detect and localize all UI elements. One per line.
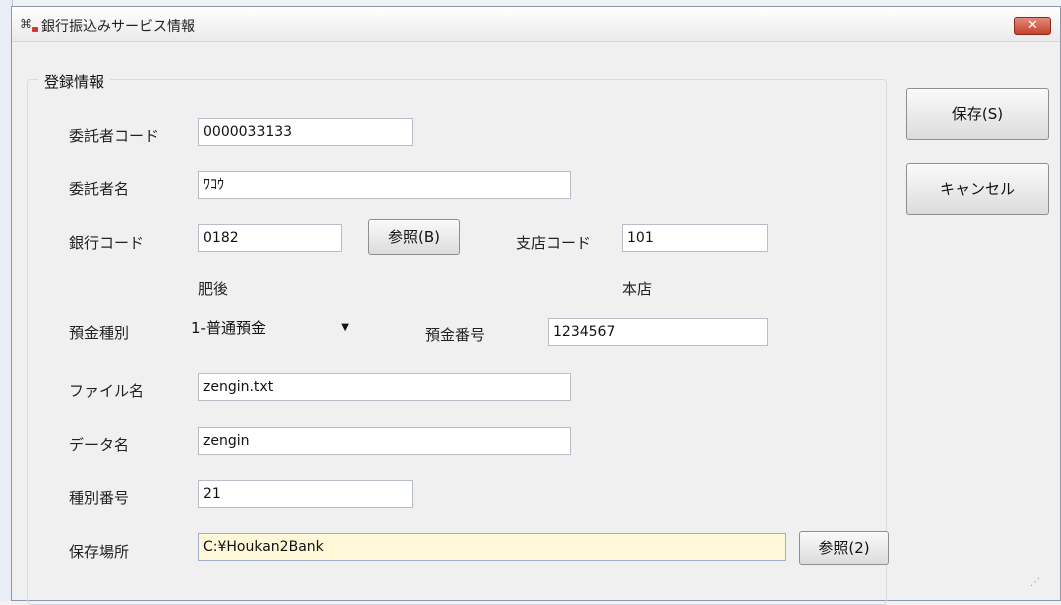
bank-name-display: 肥後: [198, 280, 229, 298]
file-name-field[interactable]: zengin.txt: [198, 373, 571, 401]
file-name-label: ファイル名: [69, 382, 145, 400]
save-location-reference-button[interactable]: 参照(2): [799, 531, 889, 565]
app-icon: ⌘: [20, 16, 38, 32]
consignor-name-label: 委託者名: [69, 180, 130, 198]
bank-code-field[interactable]: 0182: [198, 224, 342, 252]
dropdown-arrow-icon: ▼: [341, 322, 349, 333]
consignor-code-label: 委託者コード: [69, 127, 160, 145]
resize-grip-icon[interactable]: ⋰: [1030, 577, 1046, 593]
consignor-name-field[interactable]: ﾜｺｳ: [198, 171, 571, 199]
type-number-field[interactable]: 21: [198, 480, 413, 508]
account-number-field[interactable]: 1234567: [548, 318, 768, 346]
bank-reference-button[interactable]: 参照(B): [368, 219, 460, 255]
branch-code-label: 支店コード: [516, 234, 592, 252]
save-button[interactable]: 保存(S): [906, 88, 1049, 140]
save-location-field[interactable]: C:¥Houkan2Bank: [198, 533, 786, 561]
deposit-type-label: 預金種別: [69, 324, 130, 342]
branch-code-field[interactable]: 101: [622, 224, 768, 252]
deposit-type-select[interactable]: 1-普通預金 ▼: [187, 313, 365, 343]
window-title: 銀行振込みサービス情報: [41, 19, 195, 35]
data-name-label: データ名: [69, 436, 130, 454]
type-number-label: 種別番号: [69, 489, 130, 507]
cancel-button[interactable]: キャンセル: [906, 163, 1049, 215]
group-title: 登録情報: [38, 71, 111, 92]
close-button[interactable]: ✕: [1014, 17, 1051, 35]
deposit-type-value: 1-普通預金: [191, 319, 266, 337]
account-number-label: 預金番号: [425, 326, 486, 344]
save-location-label: 保存場所: [69, 543, 130, 561]
bank-code-label: 銀行コード: [69, 234, 145, 252]
branch-name-display: 本店: [622, 280, 653, 298]
title-bar[interactable]: ⌘ 銀行振込みサービス情報 ✕: [12, 7, 1060, 42]
consignor-code-field[interactable]: 0000033133: [198, 118, 413, 146]
data-name-field[interactable]: zengin: [198, 427, 571, 455]
